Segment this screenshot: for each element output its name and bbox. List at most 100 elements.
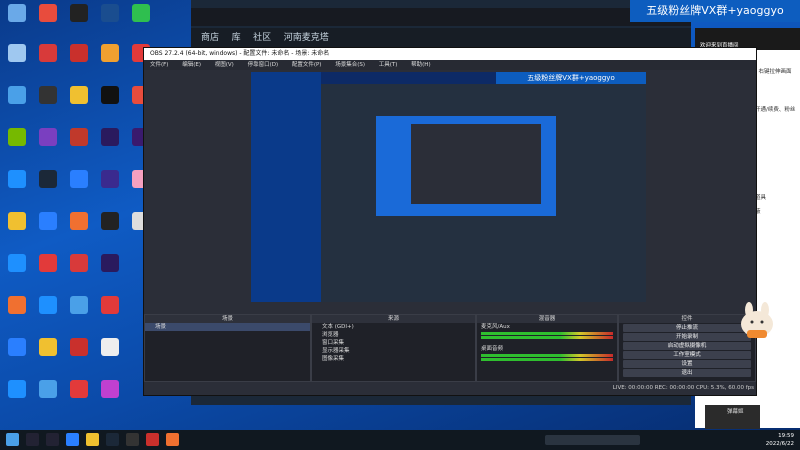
menu-file[interactable]: 文件(F) <box>150 62 168 68</box>
exit-button[interactable]: 退出 <box>623 369 751 377</box>
desktop-icon[interactable] <box>95 296 125 314</box>
desktop-icons <box>0 0 150 430</box>
desktop-icon[interactable] <box>64 212 94 230</box>
steam-nav-profile[interactable]: 河南麦克塔 <box>284 28 329 48</box>
obs-status-bar: LIVE: 00:00:00 REC: 00:00:00 CPU: 5.3%, … <box>612 385 754 391</box>
notification-text: 弹幕姬 <box>727 409 744 415</box>
desktop-icon[interactable] <box>2 44 32 62</box>
desktop-icon[interactable] <box>64 44 94 62</box>
desktop-icon[interactable] <box>95 4 125 22</box>
source-item[interactable]: 窗口采集 <box>312 339 475 347</box>
mixer-meter <box>481 358 613 361</box>
clock-time: 19:59 <box>778 433 794 439</box>
desktop-icon[interactable] <box>64 338 94 356</box>
desktop-icon[interactable] <box>33 380 63 398</box>
folder-icon[interactable] <box>86 433 99 446</box>
desktop-icon[interactable] <box>2 128 32 146</box>
menu-scene-collection[interactable]: 场景集合(S) <box>335 62 365 68</box>
desktop-icon[interactable] <box>126 4 156 22</box>
task-view-icon[interactable] <box>46 433 59 446</box>
desktop-icon[interactable] <box>33 338 63 356</box>
scenes-header: 场景 <box>145 315 310 323</box>
source-item[interactable]: 文本 (GDI+) <box>312 323 475 331</box>
steam-nav-store[interactable]: 商店 <box>201 28 219 48</box>
source-item[interactable]: 图像采集 <box>312 355 475 363</box>
desktop-icon[interactable] <box>64 128 94 146</box>
desktop-icon[interactable] <box>95 128 125 146</box>
notification-popup[interactable]: 弹幕姬 <box>705 405 760 429</box>
desktop-icon[interactable] <box>2 170 32 188</box>
menu-view[interactable]: 视图(V) <box>215 62 234 68</box>
taskbar-search-box[interactable] <box>545 435 640 445</box>
steam-title-bar <box>191 8 691 26</box>
source-item[interactable]: 显示器采集 <box>312 347 475 355</box>
scene-item[interactable]: 场景 <box>145 323 310 331</box>
mixer-panel: 混音器 麦克风/Aux 桌面音频 <box>476 314 618 382</box>
mixer-track-label: 桌面音频 <box>481 346 504 352</box>
start-icon[interactable] <box>6 433 19 446</box>
desktop-icon[interactable] <box>33 254 63 272</box>
menu-edit[interactable]: 编辑(E) <box>182 62 201 68</box>
obs-window[interactable]: OBS 27.2.4 (64-bit, windows) - 配置文件: 未命名… <box>143 47 757 396</box>
desktop-icon[interactable] <box>64 254 94 272</box>
steam-nav-library[interactable]: 库 <box>232 28 241 48</box>
desktop-icon[interactable] <box>64 4 94 22</box>
studio-mode-button[interactable]: 工作室模式 <box>623 351 751 359</box>
menu-tools[interactable]: 工具(T) <box>379 62 398 68</box>
start-recording-button[interactable]: 开始录制 <box>623 333 751 341</box>
desktop-icon[interactable] <box>33 128 63 146</box>
stop-streaming-button[interactable]: 停止推流 <box>623 324 751 332</box>
menu-profile[interactable]: 配置文件(P) <box>292 62 322 68</box>
source-item[interactable]: 浏览器 <box>312 331 475 339</box>
desktop-icon[interactable] <box>2 4 32 22</box>
edge-icon[interactable] <box>66 433 79 446</box>
obs-preview[interactable]: 五级粉丝牌VX群+yaoggyo <box>251 72 646 302</box>
desktop-icon[interactable] <box>2 296 32 314</box>
desktop-icon[interactable] <box>33 296 63 314</box>
desktop-icon[interactable] <box>2 86 32 104</box>
desktop-icon[interactable] <box>64 296 94 314</box>
bunny-mascot-icon <box>741 302 773 338</box>
desktop-icon[interactable] <box>95 86 125 104</box>
system-clock[interactable]: 19:59 2022/6/22 <box>766 432 794 448</box>
clock-date: 2022/6/22 <box>765 441 794 447</box>
mixer-meter <box>481 336 613 339</box>
desktop-icon[interactable] <box>95 338 125 356</box>
desktop-icon[interactable] <box>95 254 125 272</box>
stream-banner: 五级粉丝牌VX群+yaoggyo <box>630 0 800 22</box>
desktop-icon[interactable] <box>2 254 32 272</box>
virtual-camera-button[interactable]: 启动虚拟摄像机 <box>623 342 751 350</box>
desktop-icon[interactable] <box>95 380 125 398</box>
preview-banner: 五级粉丝牌VX群+yaoggyo <box>496 72 646 84</box>
obs-menu-bar: 文件(F) 编辑(E) 视图(V) 停靠窗口(D) 配置文件(P) 场景集合(S… <box>144 60 756 70</box>
settings-button[interactable]: 设置 <box>623 360 751 368</box>
desktop-icon[interactable] <box>2 338 32 356</box>
desktop-icon[interactable] <box>64 170 94 188</box>
obs-title-bar: OBS 27.2.4 (64-bit, windows) - 配置文件: 未命名… <box>144 48 756 60</box>
steam-nav-community[interactable]: 社区 <box>253 28 271 48</box>
preview-desktop-strip <box>251 72 321 302</box>
app-icon[interactable] <box>166 433 179 446</box>
desktop-icon[interactable] <box>33 212 63 230</box>
mixer-meter <box>481 354 613 357</box>
desktop-icon[interactable] <box>95 170 125 188</box>
desktop-icon[interactable] <box>2 380 32 398</box>
desktop-icon[interactable] <box>33 4 63 22</box>
menu-help[interactable]: 帮助(H) <box>411 62 430 68</box>
desktop-icon[interactable] <box>95 212 125 230</box>
obs-icon[interactable] <box>126 433 139 446</box>
mixer-header: 混音器 <box>477 315 617 323</box>
desktop-icon[interactable] <box>95 44 125 62</box>
taskbar: 19:59 2022/6/22 <box>0 430 800 450</box>
desktop-icon[interactable] <box>2 212 32 230</box>
app-icon[interactable] <box>146 433 159 446</box>
desktop-icon[interactable] <box>33 170 63 188</box>
desktop-icon[interactable] <box>33 44 63 62</box>
search-icon[interactable] <box>26 433 39 446</box>
desktop-icon[interactable] <box>64 380 94 398</box>
menu-docks[interactable]: 停靠窗口(D) <box>248 62 279 68</box>
steam-icon[interactable] <box>106 433 119 446</box>
scenes-panel: 场景 场景 <box>144 314 311 382</box>
desktop-icon[interactable] <box>33 86 63 104</box>
desktop-icon[interactable] <box>64 86 94 104</box>
